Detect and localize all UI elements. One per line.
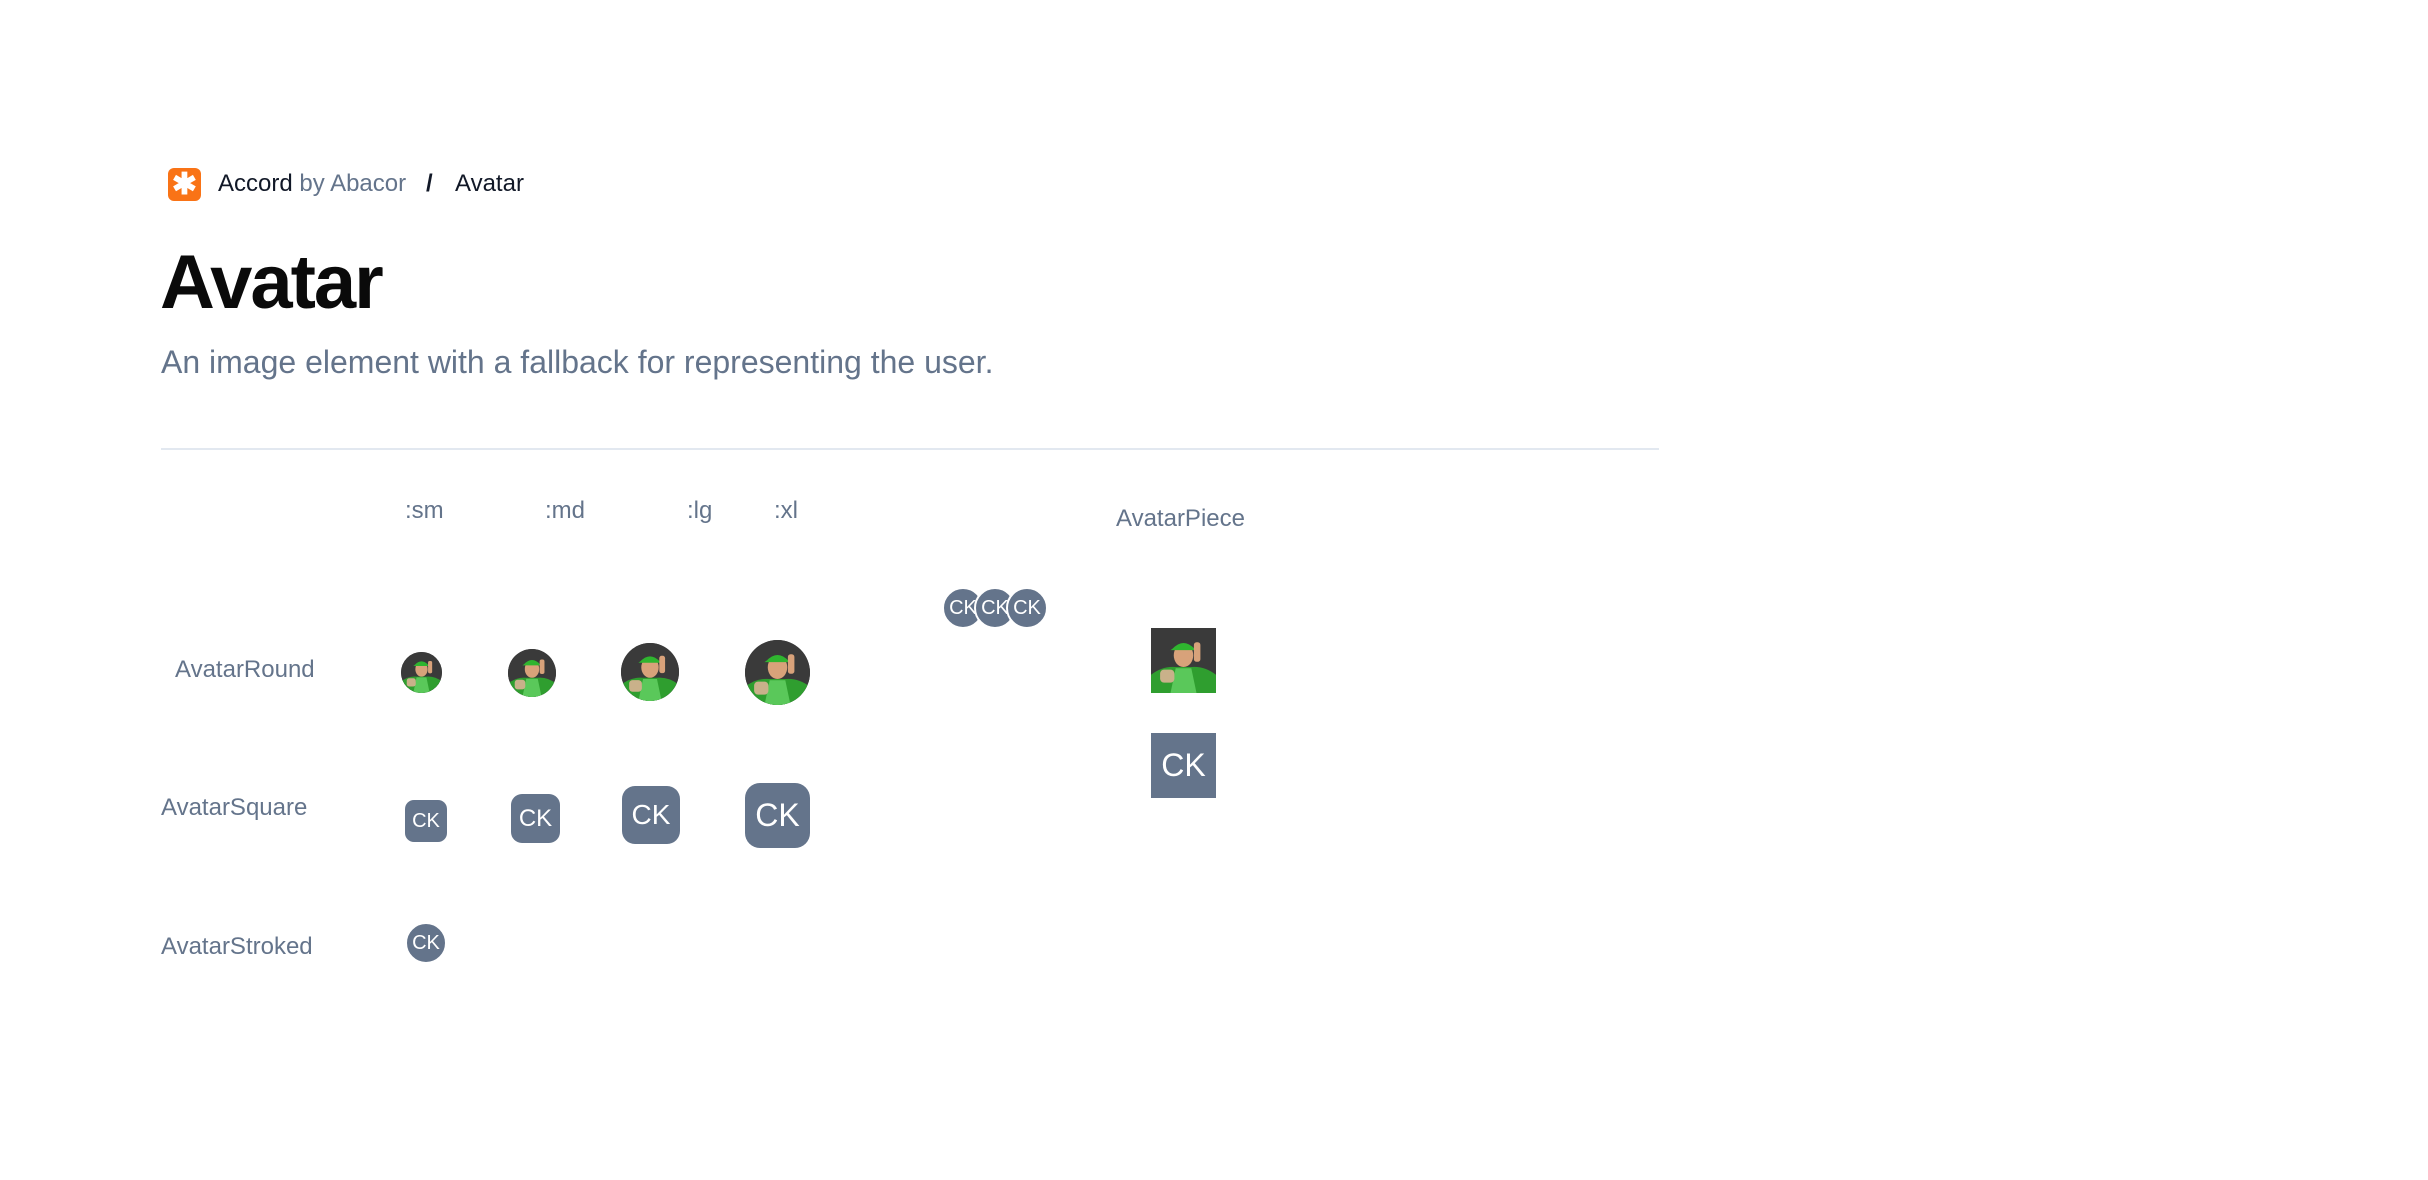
row-label-avatar-round: AvatarRound	[175, 656, 315, 683]
column-label-lg: :lg	[687, 497, 713, 524]
avatar-piece-image	[1151, 628, 1216, 693]
column-label-xl: :xl	[774, 497, 798, 524]
avatar-round-xl	[745, 640, 810, 705]
brand-by: by Abacor	[299, 170, 407, 197]
avatar-square-lg: CK	[622, 786, 680, 844]
avatar-photo	[621, 643, 679, 701]
avatar-square-xl: CK	[745, 783, 810, 848]
avatar-photo	[745, 640, 810, 705]
row-label-avatar-square: AvatarSquare	[161, 794, 308, 821]
brand-name: Accord	[218, 170, 293, 197]
avatar-photo	[1151, 628, 1216, 693]
accord-logo-icon[interactable]: ✱	[168, 168, 201, 201]
avatar-round-md	[508, 649, 556, 697]
divider	[161, 448, 1659, 450]
avatar-round-sm	[401, 652, 442, 693]
avatar-square-md: CK	[511, 794, 560, 843]
column-label-sm: :sm	[405, 497, 444, 524]
column-label-md: :md	[545, 497, 586, 524]
avatar-stroked-sm: CK	[405, 922, 447, 964]
breadcrumb-separator: /	[426, 170, 433, 197]
column-label-avatar-piece: AvatarPiece	[1116, 505, 1245, 532]
avatar-piece-fallback: CK	[1151, 733, 1216, 798]
row-label-avatar-stroked: AvatarStroked	[161, 933, 313, 960]
page-title: Avatar	[160, 240, 384, 325]
breadcrumb-current-page: Avatar	[455, 170, 524, 197]
avatar-photo	[401, 652, 442, 693]
avatar-square-sm: CK	[405, 800, 447, 842]
avatar-round-lg	[621, 643, 679, 701]
avatar-photo	[508, 649, 556, 697]
breadcrumb-home-link[interactable]: Accord by Abacor	[218, 169, 406, 199]
avatar-stack-item: CK	[1006, 587, 1048, 629]
page-description: An image element with a fallback for rep…	[161, 344, 994, 380]
